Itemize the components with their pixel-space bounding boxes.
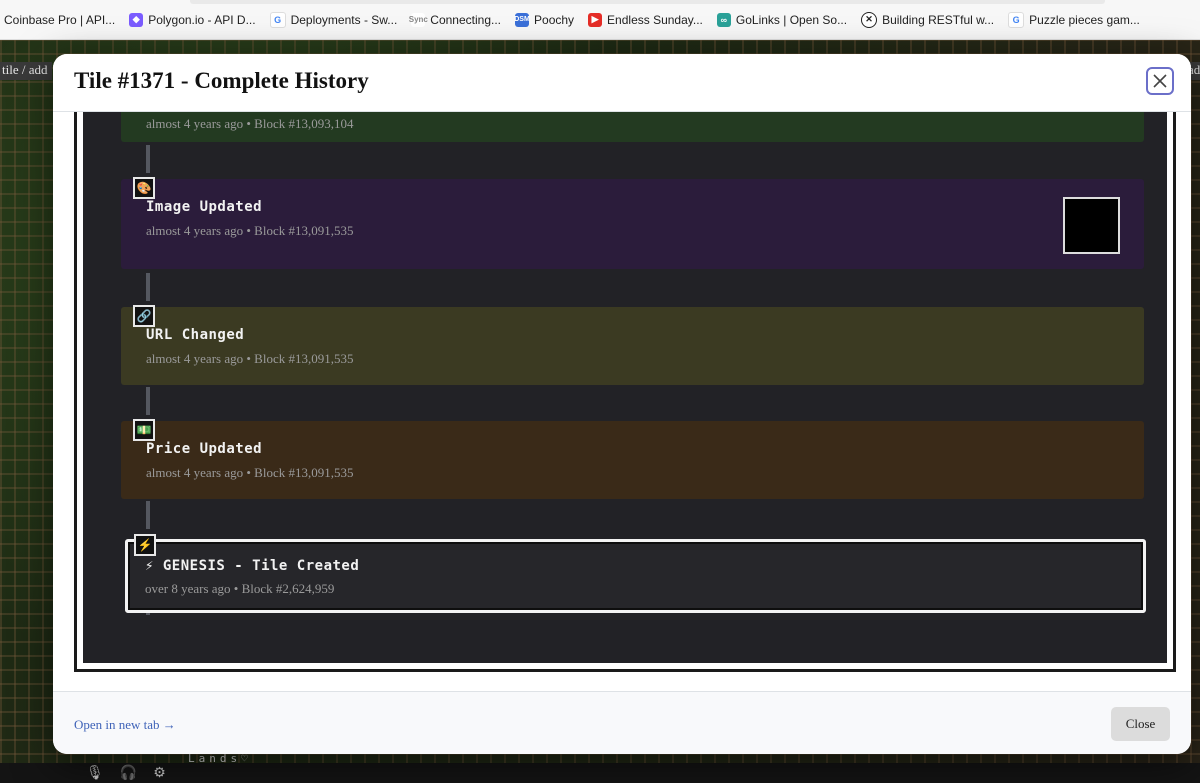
dsm-icon: DSM xyxy=(514,12,530,27)
event-title: URL Changed xyxy=(146,327,245,343)
timeline-connector xyxy=(146,387,150,415)
palette-icon: 🎨 xyxy=(133,177,155,199)
event-meta: over 8 years ago • Block #2,624,959 xyxy=(145,581,335,596)
bookmark-poochy[interactable]: DSM Poochy xyxy=(514,12,575,27)
history-event-genesis: ⚡ ⚡ GENESIS - Tile Created over 8 years … xyxy=(125,534,1146,613)
event-meta: almost 4 years ago • Block #13,093,104 xyxy=(146,116,354,131)
bookmark-building-restful[interactable]: ✕ Building RESTful w... xyxy=(861,11,995,28)
bookmark-connecting[interactable]: Sync Connecting... xyxy=(409,12,502,27)
money-icon: 💵 xyxy=(133,419,155,441)
history-timeline: almost 4 years ago • Block #13,093,104 🎨… xyxy=(80,112,1170,666)
event-meta: almost 4 years ago • Block #13,091,535 xyxy=(146,223,354,238)
bookmark-label: Endless Sunday... xyxy=(607,12,703,27)
event-meta: almost 4 years ago • Block #13,091,535 xyxy=(146,351,354,366)
modal-close-button[interactable] xyxy=(1146,67,1174,95)
youtube-icon: ▶ xyxy=(588,12,603,27)
bookmark-coinbase[interactable]: Coinbase Pro | API... xyxy=(4,13,115,27)
google-icon: G xyxy=(1008,11,1025,28)
gear-icon[interactable]: ⚙ xyxy=(153,765,166,782)
bottom-toolbar: 🎙 🎧 ⚙ xyxy=(0,763,1200,783)
bookmark-label: Polygon.io - API D... xyxy=(148,12,256,27)
bookmark-polygon[interactable]: ◆ Polygon.io - API D... xyxy=(129,12,256,27)
bookmark-label: Deployments - Sw... xyxy=(290,12,398,27)
timeline-connector xyxy=(146,501,150,529)
bookmark-label: Poochy xyxy=(534,12,575,27)
lightning-icon: ⚡ xyxy=(134,534,156,556)
bookmark-puzzle-pieces[interactable]: G Puzzle pieces gam... xyxy=(1008,11,1140,28)
bookmark-label: GoLinks | Open So... xyxy=(735,12,848,27)
bookmark-endless-sunday[interactable]: ▶ Endless Sunday... xyxy=(588,12,703,27)
history-event: almost 4 years ago • Block #13,093,104 xyxy=(121,112,1144,142)
link-icon: 🔗 xyxy=(133,305,155,327)
tile-image-thumbnail xyxy=(1063,197,1120,254)
history-event: 💵 Price Updated almost 4 years ago • Blo… xyxy=(121,419,1144,499)
event-meta: almost 4 years ago • Block #13,091,535 xyxy=(146,465,354,480)
modal-title: Tile #1371 - Complete History xyxy=(74,68,369,93)
event-title: Image Updated xyxy=(146,199,263,215)
headphones-icon[interactable]: 🎧 xyxy=(120,765,137,782)
bookmark-label: Puzzle pieces gam... xyxy=(1029,12,1140,27)
bookmark-label: Connecting... xyxy=(430,12,502,27)
bookmarks-bar: Coinbase Pro | API... ◆ Polygon.io - API… xyxy=(0,0,1200,40)
event-title: ⚡ GENESIS - Tile Created xyxy=(145,558,360,574)
bookmark-label: Coinbase Pro | API... xyxy=(4,12,116,27)
x-circle-icon: ✕ xyxy=(861,11,878,28)
modal-header: Tile #1371 - Complete History xyxy=(53,54,1191,112)
bookmark-golinks[interactable]: ∞ GoLinks | Open So... xyxy=(716,12,848,27)
bookmark-deployments[interactable]: G Deployments - Sw... xyxy=(269,11,398,28)
timeline-connector xyxy=(146,273,150,301)
modal-footer: Open in new tab → Close xyxy=(53,691,1191,754)
background-hint-left: tile / add xyxy=(0,62,52,80)
open-in-new-tab-link[interactable]: Open in new tab → xyxy=(74,717,176,733)
tile-history-modal: Tile #1371 - Complete History almost 4 y… xyxy=(53,54,1191,754)
close-icon xyxy=(1153,74,1167,88)
timeline-connector xyxy=(146,145,150,173)
history-event: 🔗 URL Changed almost 4 years ago • Block… xyxy=(121,305,1144,385)
horizontal-scrollbar[interactable] xyxy=(190,0,1105,4)
sync-icon: Sync xyxy=(409,12,428,27)
microphone-icon[interactable]: 🎙 xyxy=(86,765,104,782)
golinks-icon: ∞ xyxy=(716,12,731,27)
event-title: Price Updated xyxy=(146,441,263,457)
google-icon: G xyxy=(269,11,286,28)
polygon-icon: ◆ xyxy=(129,12,144,27)
close-button[interactable]: Close xyxy=(1111,707,1170,741)
bookmark-label: Building RESTful w... xyxy=(882,12,995,27)
history-event: 🎨 Image Updated almost 4 years ago • Blo… xyxy=(121,177,1144,269)
modal-body[interactable]: almost 4 years ago • Block #13,093,104 🎨… xyxy=(74,112,1176,672)
history-frame-outer: almost 4 years ago • Block #13,093,104 🎨… xyxy=(74,112,1176,672)
